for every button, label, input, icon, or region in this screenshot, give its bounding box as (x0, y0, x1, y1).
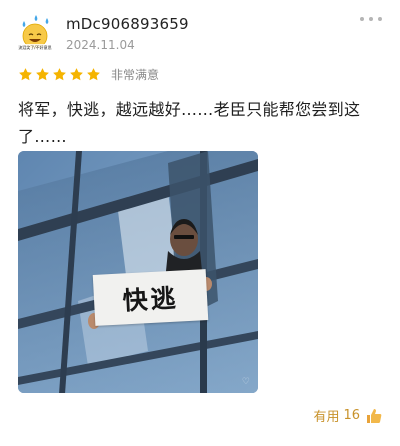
star-rating (18, 67, 101, 82)
star-icon (53, 68, 66, 81)
review-date: 2024.11.04 (66, 38, 135, 52)
more-dot-icon (378, 17, 382, 21)
review-photo[interactable]: 快逃 ♡ (18, 151, 258, 393)
star-icon (70, 68, 83, 81)
thumbs-up-icon (367, 408, 382, 423)
star-icon (36, 68, 49, 81)
sweat-emoji-icon: 流泪笑了/不好意思 (18, 15, 52, 50)
review-text: 将军，快逃，越远越好……老臣只能帮您尝到这了…… (18, 100, 361, 146)
star-icon (87, 68, 100, 81)
more-options-button[interactable] (358, 13, 384, 25)
helpful-button[interactable]: 有用 16 (313, 406, 382, 425)
more-dot-icon (360, 17, 364, 21)
rating-label: 非常满意 (111, 68, 160, 82)
sign-board: 快逃 (92, 269, 209, 326)
star-icon (19, 68, 32, 81)
sign-text: 快逃 (121, 283, 180, 315)
avatar-caption: 流泪笑了/不好意思 (18, 44, 51, 50)
image-watermark: ♡ (241, 377, 250, 387)
helpful-count: 16 (343, 408, 360, 423)
user-avatar[interactable]: 流泪笑了/不好意思 (16, 14, 54, 56)
rating-row: 非常满意 (18, 66, 159, 83)
review-card: 流泪笑了/不好意思 mDc906893659 2024.11.04 非常满意 将… (0, 0, 400, 446)
helpful-label: 有用 (313, 410, 340, 425)
username[interactable]: mDc906893659 (66, 15, 189, 33)
more-dot-icon (369, 17, 373, 21)
